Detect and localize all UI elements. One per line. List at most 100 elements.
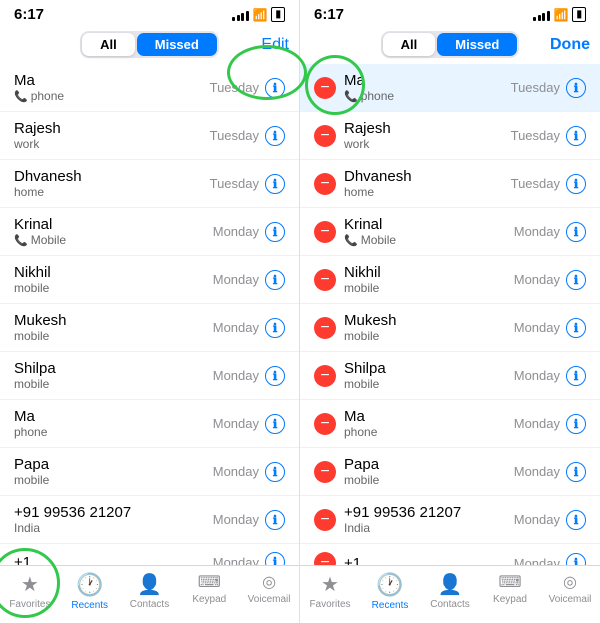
tab-recents-right[interactable]: 🕐 Recents <box>360 572 420 611</box>
call-name: Rajesh <box>14 120 210 137</box>
call-item-krinal-monday[interactable]: Krinal 📞Mobile Monday ℹ <box>0 208 299 256</box>
battery-icon-left: ▮ <box>271 7 285 22</box>
call-name: +91 99536 21207 <box>344 504 514 521</box>
call-item-nikhil-monday[interactable]: Nikhil mobile Monday ℹ <box>0 256 299 304</box>
call-type: mobile <box>344 281 514 295</box>
call-type: phone <box>344 425 514 439</box>
tab-label-recents: Recents <box>71 600 108 611</box>
call-date: Monday <box>213 272 259 287</box>
info-button[interactable]: ℹ <box>265 414 285 434</box>
info-button[interactable]: ℹ <box>265 270 285 290</box>
call-item-ma-monday-right[interactable]: − Ma phone Monday ℹ <box>300 400 600 448</box>
tab-contacts-right[interactable]: 👤 Contacts <box>420 572 480 611</box>
delete-button-ma-monday[interactable]: − <box>314 413 336 435</box>
missed-tab-right[interactable]: Missed <box>437 33 517 56</box>
tab-label-favorites: Favorites <box>309 599 350 610</box>
call-item-dhvanesh-right[interactable]: − Dhvanesh home Tuesday ℹ <box>300 160 600 208</box>
call-item-ma-tuesday[interactable]: Ma 📞phone Tuesday ℹ <box>0 64 299 112</box>
info-button[interactable]: ℹ <box>265 222 285 242</box>
delete-button-ma[interactable]: − <box>314 77 336 99</box>
call-type: 📞phone <box>344 89 511 103</box>
call-item-plus1-monday[interactable]: +1 Monday ℹ <box>0 544 299 565</box>
info-button[interactable]: ℹ <box>566 318 586 338</box>
info-button[interactable]: ℹ <box>566 553 586 565</box>
call-name: Nikhil <box>14 264 213 281</box>
delete-button-plus1[interactable]: − <box>314 552 336 565</box>
call-item-91-monday[interactable]: +91 99536 21207 India Monday ℹ <box>0 496 299 544</box>
tab-label-contacts: Contacts <box>130 599 169 610</box>
tab-recents-left[interactable]: 🕐 Recents <box>60 572 120 611</box>
edit-button-left[interactable]: Edit <box>261 36 289 54</box>
info-button[interactable]: ℹ <box>566 510 586 530</box>
info-button[interactable]: ℹ <box>265 318 285 338</box>
delete-button-papa[interactable]: − <box>314 461 336 483</box>
info-button[interactable]: ℹ <box>566 174 586 194</box>
done-button-right[interactable]: Done <box>550 36 590 54</box>
info-button[interactable]: ℹ <box>566 270 586 290</box>
call-item-rajesh-tuesday[interactable]: Rajesh work Tuesday ℹ <box>0 112 299 160</box>
call-item-nikhil-right[interactable]: − Nikhil mobile Monday ℹ <box>300 256 600 304</box>
info-button[interactable]: ℹ <box>566 462 586 482</box>
all-tab-left[interactable]: All <box>82 33 135 56</box>
call-name: Papa <box>14 456 213 473</box>
missed-tab-left[interactable]: Missed <box>137 33 217 56</box>
tab-contacts-left[interactable]: 👤 Contacts <box>120 572 180 611</box>
call-name: Nikhil <box>344 264 514 281</box>
call-item-ma-tuesday-right[interactable]: − Ma 📞phone Tuesday ℹ <box>300 64 600 112</box>
call-date: Monday <box>213 512 259 527</box>
call-item-91-right[interactable]: − +91 99536 21207 India Monday ℹ <box>300 496 600 544</box>
info-button[interactable]: ℹ <box>566 366 586 386</box>
info-button[interactable]: ℹ <box>566 222 586 242</box>
info-button[interactable]: ℹ <box>265 510 285 530</box>
call-name: Shilpa <box>14 360 213 377</box>
tab-favorites-left[interactable]: ★ Favorites <box>0 572 60 611</box>
wifi-icon-left: 📶 <box>253 8 268 22</box>
contacts-icon: 👤 <box>438 572 463 597</box>
call-date: Monday <box>514 512 560 527</box>
delete-button-shilpa[interactable]: − <box>314 365 336 387</box>
info-button[interactable]: ℹ <box>265 126 285 146</box>
call-item-ma-monday[interactable]: Ma phone Monday ℹ <box>0 400 299 448</box>
call-item-mukesh-right[interactable]: − Mukesh mobile Monday ℹ <box>300 304 600 352</box>
tab-keypad-right[interactable]: ⌨ Keypad <box>480 572 540 611</box>
call-date: Monday <box>213 555 259 566</box>
info-button[interactable]: ℹ <box>265 174 285 194</box>
call-item-papa-monday[interactable]: Papa mobile Monday ℹ <box>0 448 299 496</box>
phone-icon: 📞 <box>14 234 28 247</box>
header-right: All Missed Done <box>300 27 600 64</box>
info-button[interactable]: ℹ <box>265 366 285 386</box>
tab-keypad-left[interactable]: ⌨ Keypad <box>179 572 239 611</box>
phone-icon: 📞 <box>344 90 358 103</box>
tab-voicemail-right[interactable]: ◎ Voicemail <box>540 572 600 611</box>
tab-favorites-right[interactable]: ★ Favorites <box>300 572 360 611</box>
tab-label-voicemail: Voicemail <box>549 594 592 605</box>
delete-button-krinal[interactable]: − <box>314 221 336 243</box>
all-tab-right[interactable]: All <box>383 33 436 56</box>
call-item-rajesh-right[interactable]: − Rajesh work Tuesday ℹ <box>300 112 600 160</box>
delete-button-rajesh[interactable]: − <box>314 125 336 147</box>
call-item-shilpa-monday[interactable]: Shilpa mobile Monday ℹ <box>0 352 299 400</box>
delete-button-nikhil[interactable]: − <box>314 269 336 291</box>
right-panel: 6:17 📶 ▮ All Missed Done − Ma <box>300 0 600 623</box>
call-date: Monday <box>213 416 259 431</box>
delete-button-dhvanesh[interactable]: − <box>314 173 336 195</box>
delete-button-91[interactable]: − <box>314 509 336 531</box>
call-item-plus1-right[interactable]: − +1 Monday ℹ <box>300 544 600 565</box>
call-type: 📞Mobile <box>344 233 514 247</box>
info-button[interactable]: ℹ <box>265 78 285 98</box>
info-button[interactable]: ℹ <box>566 78 586 98</box>
delete-button-mukesh[interactable]: − <box>314 317 336 339</box>
info-button[interactable]: ℹ <box>566 414 586 434</box>
tab-voicemail-left[interactable]: ◎ Voicemail <box>239 572 299 611</box>
call-item-papa-right[interactable]: − Papa mobile Monday ℹ <box>300 448 600 496</box>
info-button[interactable]: ℹ <box>566 126 586 146</box>
call-name: Krinal <box>14 216 213 233</box>
call-item-shilpa-right[interactable]: − Shilpa mobile Monday ℹ <box>300 352 600 400</box>
call-item-dhvanesh-tuesday[interactable]: Dhvanesh home Tuesday ℹ <box>0 160 299 208</box>
info-button[interactable]: ℹ <box>265 552 285 565</box>
call-item-krinal-right[interactable]: − Krinal 📞Mobile Monday ℹ <box>300 208 600 256</box>
call-type: mobile <box>14 281 213 295</box>
call-type: mobile <box>14 329 213 343</box>
info-button[interactable]: ℹ <box>265 462 285 482</box>
call-item-mukesh-monday[interactable]: Mukesh mobile Monday ℹ <box>0 304 299 352</box>
